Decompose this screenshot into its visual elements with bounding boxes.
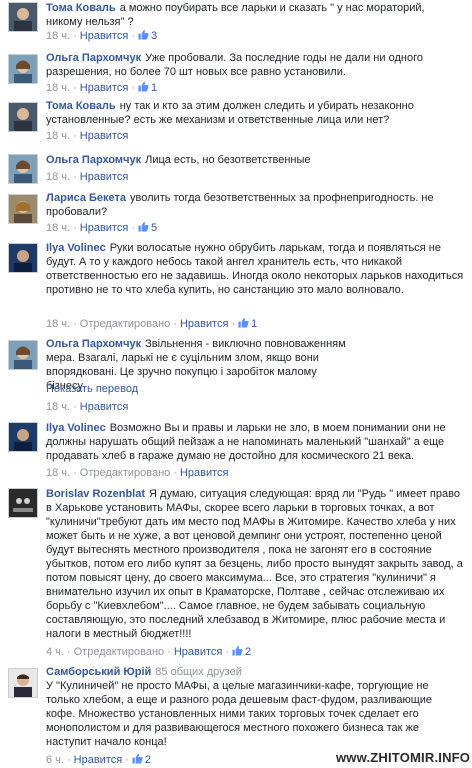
- avatar[interactable]: [8, 243, 38, 273]
- author-name[interactable]: Ilya Volinec: [46, 242, 106, 254]
- like-count[interactable]: 3: [138, 29, 157, 42]
- comment-body: Ольга Пархомчук Лица есть, но безответств…: [46, 153, 464, 167]
- like-count[interactable]: 1: [238, 317, 257, 330]
- thumbs-up-icon: [232, 645, 243, 656]
- comment-meta: 18 ч. · Нравится · 3: [46, 29, 158, 42]
- like-button[interactable]: Нравится: [174, 646, 223, 658]
- comment-body: Тома Коваль ну так и кто за этим должен с…: [46, 99, 464, 127]
- avatar[interactable]: [8, 154, 38, 184]
- thumbs-up-icon: [238, 317, 249, 328]
- author-name[interactable]: Ольга Пархомчук: [46, 52, 141, 64]
- comment-body: Borislav Rozenblat Я думаю, ситуация след…: [46, 487, 464, 641]
- comment-text: Лица есть, но безответственные: [145, 154, 311, 166]
- like-button[interactable]: Нравится: [80, 401, 129, 413]
- comment-text: Руки волосатые нужно обрубить ларькам, т…: [46, 242, 464, 296]
- comment-text: Я думаю, ситуация следующая: вряд ли "Ру…: [46, 488, 463, 640]
- author-name[interactable]: Тома Коваль: [46, 2, 116, 14]
- thumbs-up-icon: [132, 753, 143, 764]
- edited-label[interactable]: Отредактировано: [80, 467, 171, 479]
- like-button[interactable]: Нравится: [80, 222, 129, 234]
- timestamp[interactable]: 18 ч.: [46, 401, 70, 413]
- timestamp[interactable]: 18 ч.: [46, 171, 70, 183]
- author-name[interactable]: Borislav Rozenblat: [46, 488, 145, 500]
- comment-meta: 18 ч. · Отредактировано · Нравится: [46, 467, 229, 479]
- avatar[interactable]: [8, 488, 38, 518]
- comment-meta: 18 ч. · Нравится · 5: [46, 221, 158, 234]
- timestamp[interactable]: 18 ч.: [46, 82, 70, 94]
- like-button[interactable]: Нравится: [180, 467, 229, 479]
- comment-body: Лариса Бекета уволить тогда безответствен…: [46, 191, 464, 219]
- avatar[interactable]: [8, 340, 38, 370]
- like-button[interactable]: Нравится: [80, 82, 129, 94]
- comment-meta: 18 ч. · Отредактировано · Нравится · 1: [46, 317, 258, 330]
- timestamp[interactable]: 18 ч.: [46, 222, 70, 234]
- comment-meta: 6 ч. · Нравится · 2: [46, 753, 151, 766]
- like-count[interactable]: 1: [138, 81, 157, 94]
- author-name[interactable]: Ilya Volinec: [46, 422, 106, 434]
- timestamp[interactable]: 6 ч.: [46, 754, 64, 766]
- site-watermark: www.ZHITOMIR.INFO: [336, 750, 471, 765]
- like-button[interactable]: Нравится: [80, 171, 129, 183]
- comment-body: Тома Коваль а можно поубирать все ларьки …: [46, 1, 464, 29]
- timestamp[interactable]: 18 ч.: [46, 130, 70, 142]
- timestamp[interactable]: 18 ч.: [46, 318, 70, 330]
- comment-feed: Тома Коваль а можно поубирать все ларьки …: [0, 0, 472, 768]
- avatar[interactable]: [8, 422, 38, 452]
- comment-meta: 18 ч. · Нравится: [46, 171, 129, 183]
- avatar[interactable]: [8, 194, 38, 224]
- thumbs-up-icon: [138, 29, 149, 40]
- like-button[interactable]: Нравится: [80, 130, 129, 142]
- avatar[interactable]: [8, 102, 38, 132]
- comment-meta: 4 ч. · Отредактировано · Нравится · 2: [46, 645, 252, 658]
- comment-text: У "Кулиничей" не просто МАФы, а целые ма…: [46, 680, 433, 748]
- avatar[interactable]: [8, 2, 38, 32]
- translate-link[interactable]: Показать перевод: [46, 382, 138, 396]
- avatar[interactable]: [8, 668, 38, 698]
- like-button[interactable]: Нравится: [80, 30, 129, 42]
- like-button[interactable]: Нравится: [180, 318, 229, 330]
- thumbs-up-icon: [138, 221, 149, 232]
- comment-body: Ольга Пархомчук Уже пробовали. За последн…: [46, 51, 464, 79]
- avatar[interactable]: [8, 54, 38, 84]
- edited-label[interactable]: Отредактировано: [74, 646, 165, 658]
- timestamp[interactable]: 18 ч.: [46, 30, 70, 42]
- edited-label[interactable]: Отредактировано: [80, 318, 171, 330]
- timestamp[interactable]: 18 ч.: [46, 467, 70, 479]
- comment-meta: 18 ч. · Нравится: [46, 130, 129, 142]
- author-name[interactable]: Ольга Пархомчук: [46, 154, 141, 166]
- comment-meta: 18 ч. · Нравится: [46, 401, 129, 413]
- thumbs-up-icon: [138, 81, 149, 92]
- author-name[interactable]: Тома Коваль: [46, 100, 116, 112]
- like-button[interactable]: Нравится: [74, 754, 123, 766]
- like-count[interactable]: 2: [132, 753, 151, 766]
- comment-body: Ilya Volinec Возможно Вы и правы и ларьки…: [46, 421, 464, 463]
- comment-meta: 18 ч. · Нравится · 1: [46, 81, 158, 94]
- author-name[interactable]: Ольга Пархомчук: [46, 338, 141, 350]
- like-count[interactable]: 5: [138, 221, 157, 234]
- mutual-friends[interactable]: 85 общих друзей: [155, 666, 242, 678]
- author-name[interactable]: Лариса Бекета: [46, 192, 126, 204]
- comment-body: Самборський Юрій 85 общих друзей У "Кулин…: [46, 665, 464, 749]
- comment-body: Ilya Volinec Руки волосатые нужно обрубит…: [46, 241, 464, 297]
- like-count[interactable]: 2: [232, 645, 251, 658]
- timestamp[interactable]: 4 ч.: [46, 646, 64, 658]
- author-name[interactable]: Самборський Юрій: [46, 666, 151, 678]
